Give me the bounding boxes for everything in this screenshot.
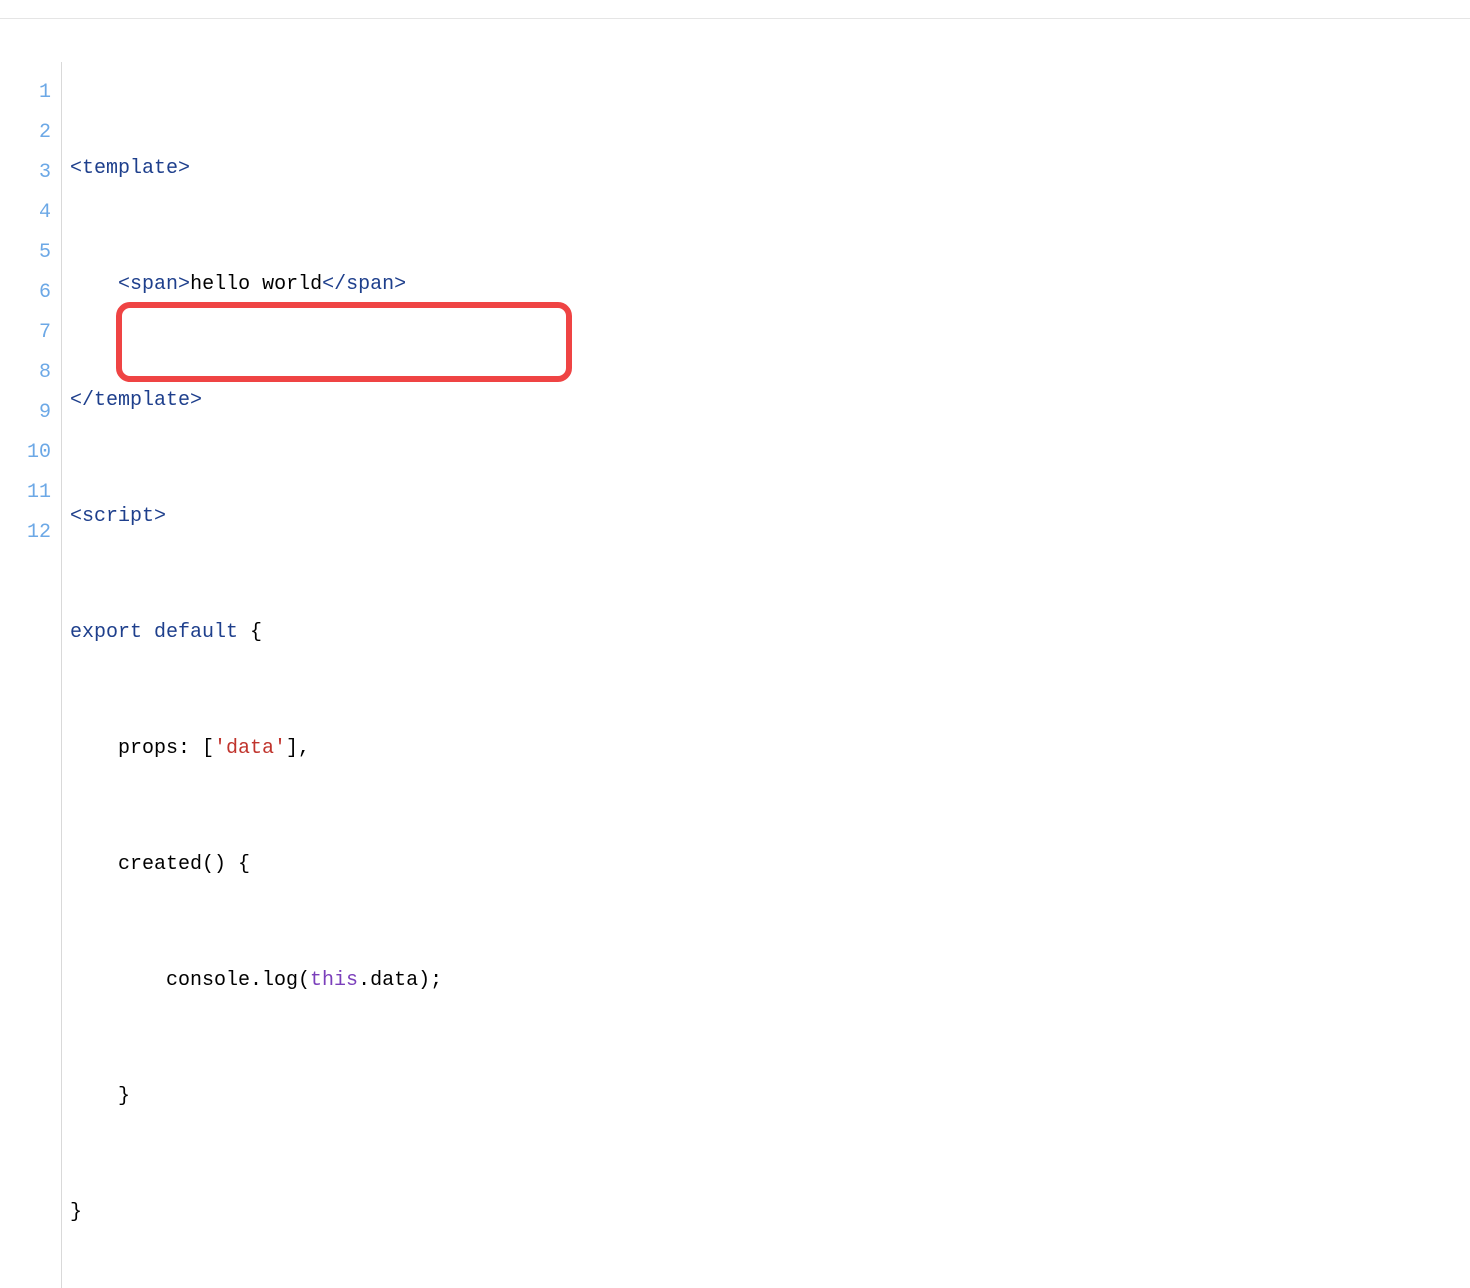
line-number: 1 (0, 74, 51, 114)
code-text: } (70, 1201, 82, 1224)
indent (70, 273, 118, 296)
tag-name: template (82, 157, 178, 180)
line-number: 6 (0, 274, 51, 314)
this-keyword: this (310, 969, 358, 992)
tag-close-bracket: > (178, 157, 190, 180)
code-text: created() { (118, 853, 250, 876)
code-line[interactable]: </template> (70, 382, 442, 422)
code-line[interactable]: export default { (70, 614, 442, 654)
indent (70, 1085, 118, 1108)
line-number: 4 (0, 194, 51, 234)
space (142, 621, 154, 644)
code-text: } (118, 1085, 130, 1108)
tag-open-bracket: < (70, 157, 82, 180)
tag-close-bracket: > (394, 273, 406, 296)
tag-open-bracket: < (118, 273, 130, 296)
string-literal: 'data' (214, 737, 286, 760)
line-number: 2 (0, 114, 51, 154)
code-line[interactable]: } (70, 1078, 442, 1118)
indent (70, 737, 118, 760)
keyword: default (154, 621, 238, 644)
code-line[interactable]: <script> (70, 498, 442, 538)
code-text: props: [ (118, 737, 214, 760)
code-content[interactable]: <template> <span>hello world</span> </te… (62, 62, 442, 1288)
code-text: .data); (358, 969, 442, 992)
tag-close-bracket: > (178, 273, 190, 296)
line-number: 9 (0, 394, 51, 434)
code-line[interactable]: props: ['data'], (70, 730, 442, 770)
text-content: hello world (190, 273, 322, 296)
tag-close-bracket: > (154, 505, 166, 528)
tag-open-bracket: </ (322, 273, 346, 296)
line-number-gutter: 1 2 3 4 5 6 7 8 9 10 11 12 (0, 62, 62, 1288)
indent (70, 853, 118, 876)
tag-name: span (346, 273, 394, 296)
code-text: ], (286, 737, 310, 760)
indent (70, 969, 166, 992)
code-line[interactable]: console.log(this.data); (70, 962, 442, 1002)
line-number: 11 (0, 474, 51, 514)
keyword: export (70, 621, 142, 644)
code-line[interactable]: <template> (70, 150, 442, 190)
tag-open-bracket: < (70, 505, 82, 528)
code-text: console.log( (166, 969, 310, 992)
tag-name: script (82, 505, 154, 528)
line-number: 8 (0, 354, 51, 394)
code-editor[interactable]: 1 2 3 4 5 6 7 8 9 10 11 12 <template> <s… (0, 0, 1470, 1288)
tag-name: template (94, 389, 190, 412)
line-number: 7 (0, 314, 51, 354)
code-line[interactable]: <span>hello world</span> (70, 266, 442, 306)
code-line[interactable]: } (70, 1194, 442, 1234)
code-text: { (238, 621, 262, 644)
line-number: 10 (0, 434, 51, 474)
tag-open-bracket: </ (70, 389, 94, 412)
code-line[interactable]: created() { (70, 846, 442, 886)
line-number: 3 (0, 154, 51, 194)
tag-close-bracket: > (190, 389, 202, 412)
line-number: 12 (0, 514, 51, 554)
tag-name: span (130, 273, 178, 296)
line-number: 5 (0, 234, 51, 274)
